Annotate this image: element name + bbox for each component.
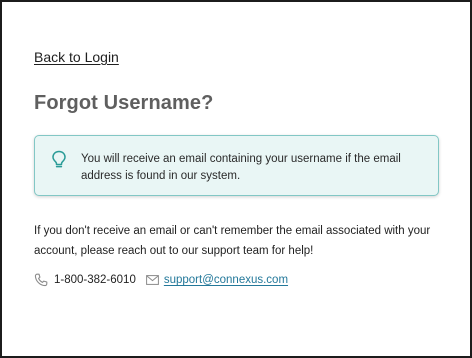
page-title: Forgot Username? <box>34 92 214 114</box>
support-email-link[interactable]: support@connexus.com <box>164 274 288 286</box>
page-frame: Back to Login Forgot Username? You will … <box>0 0 472 358</box>
support-phone: 1-800-382-6010 <box>54 274 136 286</box>
contact-row: 1-800-382-6010 support@connexus.com <box>34 271 288 289</box>
lightbulb-icon <box>52 150 66 168</box>
info-message: You will receive an email containing you… <box>81 153 401 182</box>
phone-icon <box>34 273 48 287</box>
support-help-text: If you don't receive an email or can't r… <box>34 225 431 257</box>
back-to-login-link[interactable]: Back to Login <box>34 49 119 65</box>
mail-icon <box>145 275 159 285</box>
info-callout: You will receive an email containing you… <box>34 135 439 196</box>
